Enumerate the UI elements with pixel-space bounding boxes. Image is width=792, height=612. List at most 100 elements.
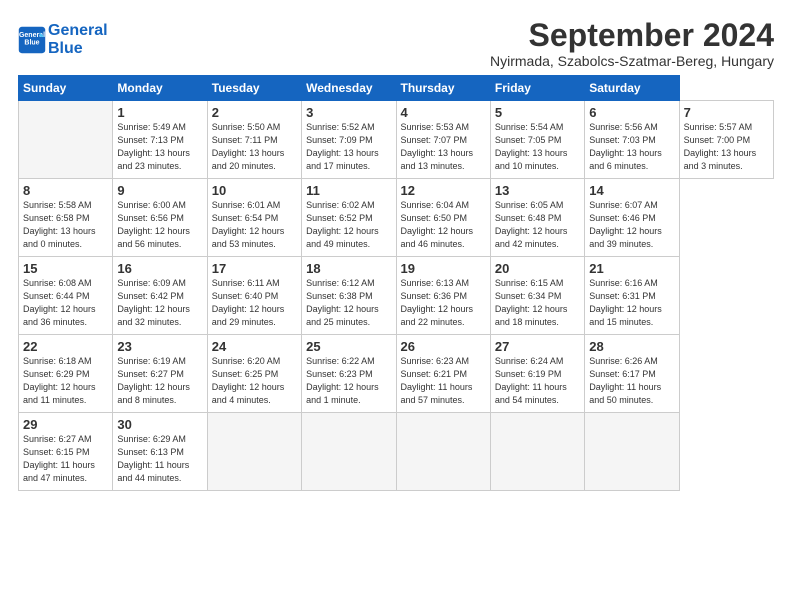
logo-line1: General	[48, 22, 108, 39]
day-info: Sunrise: 6:01 AMSunset: 6:54 PMDaylight:…	[212, 199, 297, 251]
calendar-cell: 13 Sunrise: 6:05 AMSunset: 6:48 PMDaylig…	[490, 179, 584, 257]
calendar-cell: 19 Sunrise: 6:13 AMSunset: 6:36 PMDaylig…	[396, 257, 490, 335]
calendar-cell	[19, 101, 113, 179]
calendar-cell	[585, 413, 679, 491]
calendar-cell: 7 Sunrise: 5:57 AMSunset: 7:00 PMDayligh…	[679, 101, 773, 179]
calendar-cell: 9 Sunrise: 6:00 AMSunset: 6:56 PMDayligh…	[113, 179, 207, 257]
day-info: Sunrise: 6:11 AMSunset: 6:40 PMDaylight:…	[212, 277, 297, 329]
header-day-tuesday: Tuesday	[207, 76, 301, 101]
svg-text:Blue: Blue	[24, 39, 39, 46]
day-number: 12	[401, 183, 486, 198]
day-info: Sunrise: 6:20 AMSunset: 6:25 PMDaylight:…	[212, 355, 297, 407]
calendar-cell: 6 Sunrise: 5:56 AMSunset: 7:03 PMDayligh…	[585, 101, 679, 179]
calendar-cell	[302, 413, 396, 491]
day-number: 18	[306, 261, 391, 276]
header-day-wednesday: Wednesday	[302, 76, 396, 101]
day-info: Sunrise: 6:23 AMSunset: 6:21 PMDaylight:…	[401, 355, 486, 407]
logo: General Blue General Blue	[18, 22, 108, 57]
calendar-cell: 16 Sunrise: 6:09 AMSunset: 6:42 PMDaylig…	[113, 257, 207, 335]
calendar-cell	[490, 413, 584, 491]
calendar-week-5: 29 Sunrise: 6:27 AMSunset: 6:15 PMDaylig…	[19, 413, 774, 491]
calendar-cell: 29 Sunrise: 6:27 AMSunset: 6:15 PMDaylig…	[19, 413, 113, 491]
day-info: Sunrise: 6:29 AMSunset: 6:13 PMDaylight:…	[117, 433, 202, 485]
page-header: General Blue General Blue September 2024…	[18, 18, 774, 69]
calendar-week-4: 22 Sunrise: 6:18 AMSunset: 6:29 PMDaylig…	[19, 335, 774, 413]
calendar-cell: 4 Sunrise: 5:53 AMSunset: 7:07 PMDayligh…	[396, 101, 490, 179]
day-number: 11	[306, 183, 391, 198]
day-number: 17	[212, 261, 297, 276]
day-info: Sunrise: 6:15 AMSunset: 6:34 PMDaylight:…	[495, 277, 580, 329]
logo-icon: General Blue	[18, 26, 46, 54]
title-block: September 2024 Nyirmada, Szabolcs-Szatma…	[490, 18, 774, 69]
day-number: 16	[117, 261, 202, 276]
day-info: Sunrise: 6:18 AMSunset: 6:29 PMDaylight:…	[23, 355, 108, 407]
day-number: 21	[589, 261, 674, 276]
day-info: Sunrise: 6:02 AMSunset: 6:52 PMDaylight:…	[306, 199, 391, 251]
calendar-cell: 28 Sunrise: 6:26 AMSunset: 6:17 PMDaylig…	[585, 335, 679, 413]
day-info: Sunrise: 6:24 AMSunset: 6:19 PMDaylight:…	[495, 355, 580, 407]
calendar-cell: 18 Sunrise: 6:12 AMSunset: 6:38 PMDaylig…	[302, 257, 396, 335]
day-number: 14	[589, 183, 674, 198]
calendar-cell: 15 Sunrise: 6:08 AMSunset: 6:44 PMDaylig…	[19, 257, 113, 335]
day-info: Sunrise: 5:54 AMSunset: 7:05 PMDaylight:…	[495, 121, 580, 173]
calendar-cell: 20 Sunrise: 6:15 AMSunset: 6:34 PMDaylig…	[490, 257, 584, 335]
day-info: Sunrise: 6:08 AMSunset: 6:44 PMDaylight:…	[23, 277, 108, 329]
day-number: 22	[23, 339, 108, 354]
day-info: Sunrise: 5:56 AMSunset: 7:03 PMDaylight:…	[589, 121, 674, 173]
day-number: 19	[401, 261, 486, 276]
day-number: 25	[306, 339, 391, 354]
calendar-cell: 30 Sunrise: 6:29 AMSunset: 6:13 PMDaylig…	[113, 413, 207, 491]
day-number: 28	[589, 339, 674, 354]
logo-line2: Blue	[48, 40, 83, 57]
day-number: 9	[117, 183, 202, 198]
day-number: 23	[117, 339, 202, 354]
day-number: 20	[495, 261, 580, 276]
day-number: 7	[684, 105, 769, 120]
calendar-cell: 14 Sunrise: 6:07 AMSunset: 6:46 PMDaylig…	[585, 179, 679, 257]
calendar-cell: 8 Sunrise: 5:58 AMSunset: 6:58 PMDayligh…	[19, 179, 113, 257]
day-info: Sunrise: 6:27 AMSunset: 6:15 PMDaylight:…	[23, 433, 108, 485]
day-info: Sunrise: 6:09 AMSunset: 6:42 PMDaylight:…	[117, 277, 202, 329]
day-number: 5	[495, 105, 580, 120]
calendar-cell: 23 Sunrise: 6:19 AMSunset: 6:27 PMDaylig…	[113, 335, 207, 413]
calendar-cell: 27 Sunrise: 6:24 AMSunset: 6:19 PMDaylig…	[490, 335, 584, 413]
calendar-cell	[396, 413, 490, 491]
header-day-saturday: Saturday	[585, 76, 679, 101]
calendar-cell: 26 Sunrise: 6:23 AMSunset: 6:21 PMDaylig…	[396, 335, 490, 413]
calendar-cell: 2 Sunrise: 5:50 AMSunset: 7:11 PMDayligh…	[207, 101, 301, 179]
calendar-cell: 1 Sunrise: 5:49 AMSunset: 7:13 PMDayligh…	[113, 101, 207, 179]
day-info: Sunrise: 5:49 AMSunset: 7:13 PMDaylight:…	[117, 121, 202, 173]
day-info: Sunrise: 6:22 AMSunset: 6:23 PMDaylight:…	[306, 355, 391, 407]
day-number: 30	[117, 417, 202, 432]
calendar-cell: 22 Sunrise: 6:18 AMSunset: 6:29 PMDaylig…	[19, 335, 113, 413]
day-number: 26	[401, 339, 486, 354]
calendar-title: September 2024	[490, 18, 774, 53]
day-number: 10	[212, 183, 297, 198]
calendar-week-2: 8 Sunrise: 5:58 AMSunset: 6:58 PMDayligh…	[19, 179, 774, 257]
calendar-cell: 10 Sunrise: 6:01 AMSunset: 6:54 PMDaylig…	[207, 179, 301, 257]
day-number: 29	[23, 417, 108, 432]
day-info: Sunrise: 6:16 AMSunset: 6:31 PMDaylight:…	[589, 277, 674, 329]
day-info: Sunrise: 6:00 AMSunset: 6:56 PMDaylight:…	[117, 199, 202, 251]
calendar-cell	[207, 413, 301, 491]
day-info: Sunrise: 6:19 AMSunset: 6:27 PMDaylight:…	[117, 355, 202, 407]
calendar-week-3: 15 Sunrise: 6:08 AMSunset: 6:44 PMDaylig…	[19, 257, 774, 335]
day-info: Sunrise: 5:57 AMSunset: 7:00 PMDaylight:…	[684, 121, 769, 173]
calendar-cell: 25 Sunrise: 6:22 AMSunset: 6:23 PMDaylig…	[302, 335, 396, 413]
calendar-cell: 17 Sunrise: 6:11 AMSunset: 6:40 PMDaylig…	[207, 257, 301, 335]
day-number: 27	[495, 339, 580, 354]
day-number: 2	[212, 105, 297, 120]
day-number: 1	[117, 105, 202, 120]
calendar-cell: 5 Sunrise: 5:54 AMSunset: 7:05 PMDayligh…	[490, 101, 584, 179]
day-info: Sunrise: 6:05 AMSunset: 6:48 PMDaylight:…	[495, 199, 580, 251]
day-number: 4	[401, 105, 486, 120]
day-number: 24	[212, 339, 297, 354]
day-info: Sunrise: 6:07 AMSunset: 6:46 PMDaylight:…	[589, 199, 674, 251]
day-info: Sunrise: 6:26 AMSunset: 6:17 PMDaylight:…	[589, 355, 674, 407]
day-number: 15	[23, 261, 108, 276]
day-info: Sunrise: 6:04 AMSunset: 6:50 PMDaylight:…	[401, 199, 486, 251]
calendar-header-row: SundayMondayTuesdayWednesdayThursdayFrid…	[19, 76, 774, 101]
day-info: Sunrise: 5:58 AMSunset: 6:58 PMDaylight:…	[23, 199, 108, 251]
day-number: 13	[495, 183, 580, 198]
header-day-sunday: Sunday	[19, 76, 113, 101]
